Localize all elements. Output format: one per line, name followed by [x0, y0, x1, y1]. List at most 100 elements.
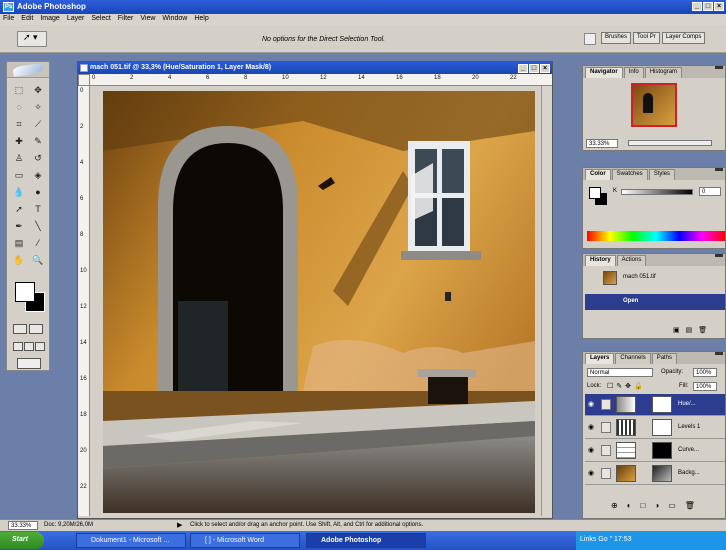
tool-preset-picker[interactable]: ➚ ▾	[17, 31, 47, 47]
visibility-eye-icon[interactable]: ◉	[588, 447, 596, 454]
document-title-bar[interactable]: mach 051.tif @ 33,3% (Hue/Saturation 1, …	[78, 62, 552, 74]
task-photoshop[interactable]: Adobe Photoshop	[306, 533, 426, 548]
healing-brush-tool-icon[interactable]: ✚	[10, 133, 28, 149]
layer-mask-thumbnail[interactable]	[652, 465, 672, 482]
eraser-tool-icon[interactable]: ▭	[10, 167, 28, 183]
opacity-field[interactable]: 100%	[693, 368, 717, 377]
crop-tool-icon[interactable]: ⌗	[10, 116, 28, 132]
brush-tool-icon[interactable]: ✎	[29, 133, 47, 149]
layer-link-icon[interactable]	[601, 399, 611, 410]
blur-tool-icon[interactable]: 💧	[10, 184, 28, 200]
fill-field[interactable]: 100%	[693, 382, 717, 391]
jump-to-imageready-button[interactable]	[17, 358, 41, 369]
menu-window[interactable]: Window	[162, 15, 187, 25]
start-button[interactable]: Start	[0, 532, 44, 549]
foreground-color[interactable]	[15, 282, 35, 302]
vertical-scrollbar[interactable]	[541, 86, 552, 516]
tab-actions[interactable]: Actions	[616, 255, 647, 266]
screen-mode-standard[interactable]	[13, 342, 23, 351]
status-menu-arrow-icon[interactable]: ▶	[177, 521, 182, 529]
doc-maximize-button[interactable]: □	[529, 64, 539, 73]
layer-link-icon[interactable]	[601, 422, 611, 433]
minimize-button[interactable]: _	[692, 2, 702, 11]
layer-mask-thumbnail[interactable]	[652, 396, 672, 413]
history-state-row[interactable]: Open	[585, 294, 725, 310]
line-tool-icon[interactable]: ╲	[29, 218, 47, 234]
menu-file[interactable]: File	[3, 15, 14, 25]
k-slider[interactable]	[621, 189, 693, 195]
move-tool-icon[interactable]: ✥	[29, 82, 47, 98]
history-footer-buttons[interactable]: ▣▤🗑	[673, 326, 713, 334]
layer-mask-thumbnail[interactable]	[652, 419, 672, 436]
history-snapshot-row[interactable]: mach 051.tif	[585, 270, 725, 286]
navigator-zoom-slider[interactable]	[628, 140, 712, 146]
menu-layer[interactable]: Layer	[67, 15, 85, 25]
screen-mode-full-menu[interactable]	[24, 342, 34, 351]
layer-row-background[interactable]: ◉ Backg...	[585, 463, 725, 485]
panel-grip[interactable]	[715, 352, 723, 355]
magic-wand-tool-icon[interactable]: ✧	[29, 99, 47, 115]
panel-grip[interactable]	[715, 66, 723, 69]
standard-mode-button[interactable]	[13, 324, 27, 334]
status-zoom-field[interactable]: 33.33%	[8, 521, 38, 530]
lasso-tool-icon[interactable]: ◌	[10, 99, 28, 115]
menu-help[interactable]: Help	[194, 15, 208, 25]
menu-edit[interactable]: Edit	[21, 15, 33, 25]
layer-row-curves[interactable]: ◉ Curve...	[585, 440, 725, 462]
tab-info[interactable]: Info	[623, 67, 644, 78]
layer-row-hue-saturation[interactable]: ◉ Hue/...	[585, 394, 725, 416]
layer-link-icon[interactable]	[601, 468, 611, 479]
blend-mode-select[interactable]: Normal	[587, 368, 653, 377]
tab-color[interactable]: Color	[585, 169, 611, 180]
lock-buttons[interactable]: ☐✎✥🔒	[607, 382, 646, 390]
menu-select[interactable]: Select	[91, 15, 110, 25]
doc-close-button[interactable]: ×	[540, 64, 550, 73]
visibility-eye-icon[interactable]: ◉	[588, 401, 596, 408]
menu-view[interactable]: View	[140, 15, 155, 25]
paint-bucket-tool-icon[interactable]: ◈	[29, 167, 47, 183]
image-canvas[interactable]	[103, 91, 535, 513]
layer-row-levels[interactable]: ◉ Levels 1	[585, 417, 725, 439]
zoom-tool-icon[interactable]: 🔍	[29, 252, 47, 268]
visibility-eye-icon[interactable]: ◉	[588, 424, 596, 431]
pen-tool-icon[interactable]: ✒	[10, 218, 28, 234]
menu-image[interactable]: Image	[40, 15, 59, 25]
type-tool-icon[interactable]: T	[29, 201, 47, 217]
ruler-horizontal[interactable]: 0 2 4 6 8 10 12 14 16 18 20 22	[90, 74, 552, 86]
panel-grip[interactable]	[715, 254, 723, 257]
layer-link-icon[interactable]	[601, 445, 611, 456]
palette-well-layer-comps[interactable]: Layer Comps	[661, 32, 706, 44]
panel-grip[interactable]	[715, 168, 723, 171]
notes-tool-icon[interactable]: ▤	[10, 235, 28, 251]
visibility-eye-icon[interactable]: ◉	[588, 470, 596, 477]
tab-channels[interactable]: Channels	[615, 353, 651, 364]
clone-stamp-tool-icon[interactable]: ♙	[10, 150, 28, 166]
file-browser-icon[interactable]	[584, 33, 596, 45]
ruler-origin[interactable]	[78, 74, 90, 86]
tab-navigator[interactable]: Navigator	[585, 67, 623, 78]
doc-minimize-button[interactable]: _	[518, 64, 528, 73]
history-brush-tool-icon[interactable]: ↺	[29, 150, 47, 166]
marquee-tool-icon[interactable]: ⬚	[10, 82, 28, 98]
tab-styles[interactable]: Styles	[648, 169, 676, 180]
menu-filter[interactable]: Filter	[118, 15, 134, 25]
navigator-thumbnail[interactable]	[631, 83, 677, 127]
dodge-tool-icon[interactable]: ●	[29, 184, 47, 200]
slice-tool-icon[interactable]: ⟋	[29, 116, 47, 132]
tab-swatches[interactable]: Swatches	[611, 169, 648, 180]
navigator-zoom-field[interactable]: 33.33%	[586, 139, 618, 148]
ruler-vertical[interactable]: 0 2 4 6 8 10 12 14 16 18 20 22	[78, 86, 90, 516]
screen-mode-full[interactable]	[35, 342, 45, 351]
quick-mask-mode-button[interactable]	[29, 324, 43, 334]
color-foreground-swatch[interactable]	[589, 187, 601, 199]
close-button[interactable]: ×	[714, 2, 724, 11]
maximize-button[interactable]: □	[703, 2, 713, 11]
color-ramp[interactable]	[587, 231, 725, 241]
hand-tool-icon[interactable]: ✋	[10, 252, 28, 268]
task-word[interactable]: [ ] - Microsoft Word	[190, 533, 300, 548]
eyedropper-tool-icon[interactable]: ⁄	[29, 235, 47, 251]
layers-footer-buttons[interactable]: ⊕◐□◑▭🗑	[611, 501, 704, 510]
tab-histogram[interactable]: Histogram	[644, 67, 683, 78]
task-dokument1[interactable]: Dokument1 - Microsoft ...	[76, 533, 186, 548]
palette-well-brushes[interactable]: Brushes	[601, 32, 632, 44]
